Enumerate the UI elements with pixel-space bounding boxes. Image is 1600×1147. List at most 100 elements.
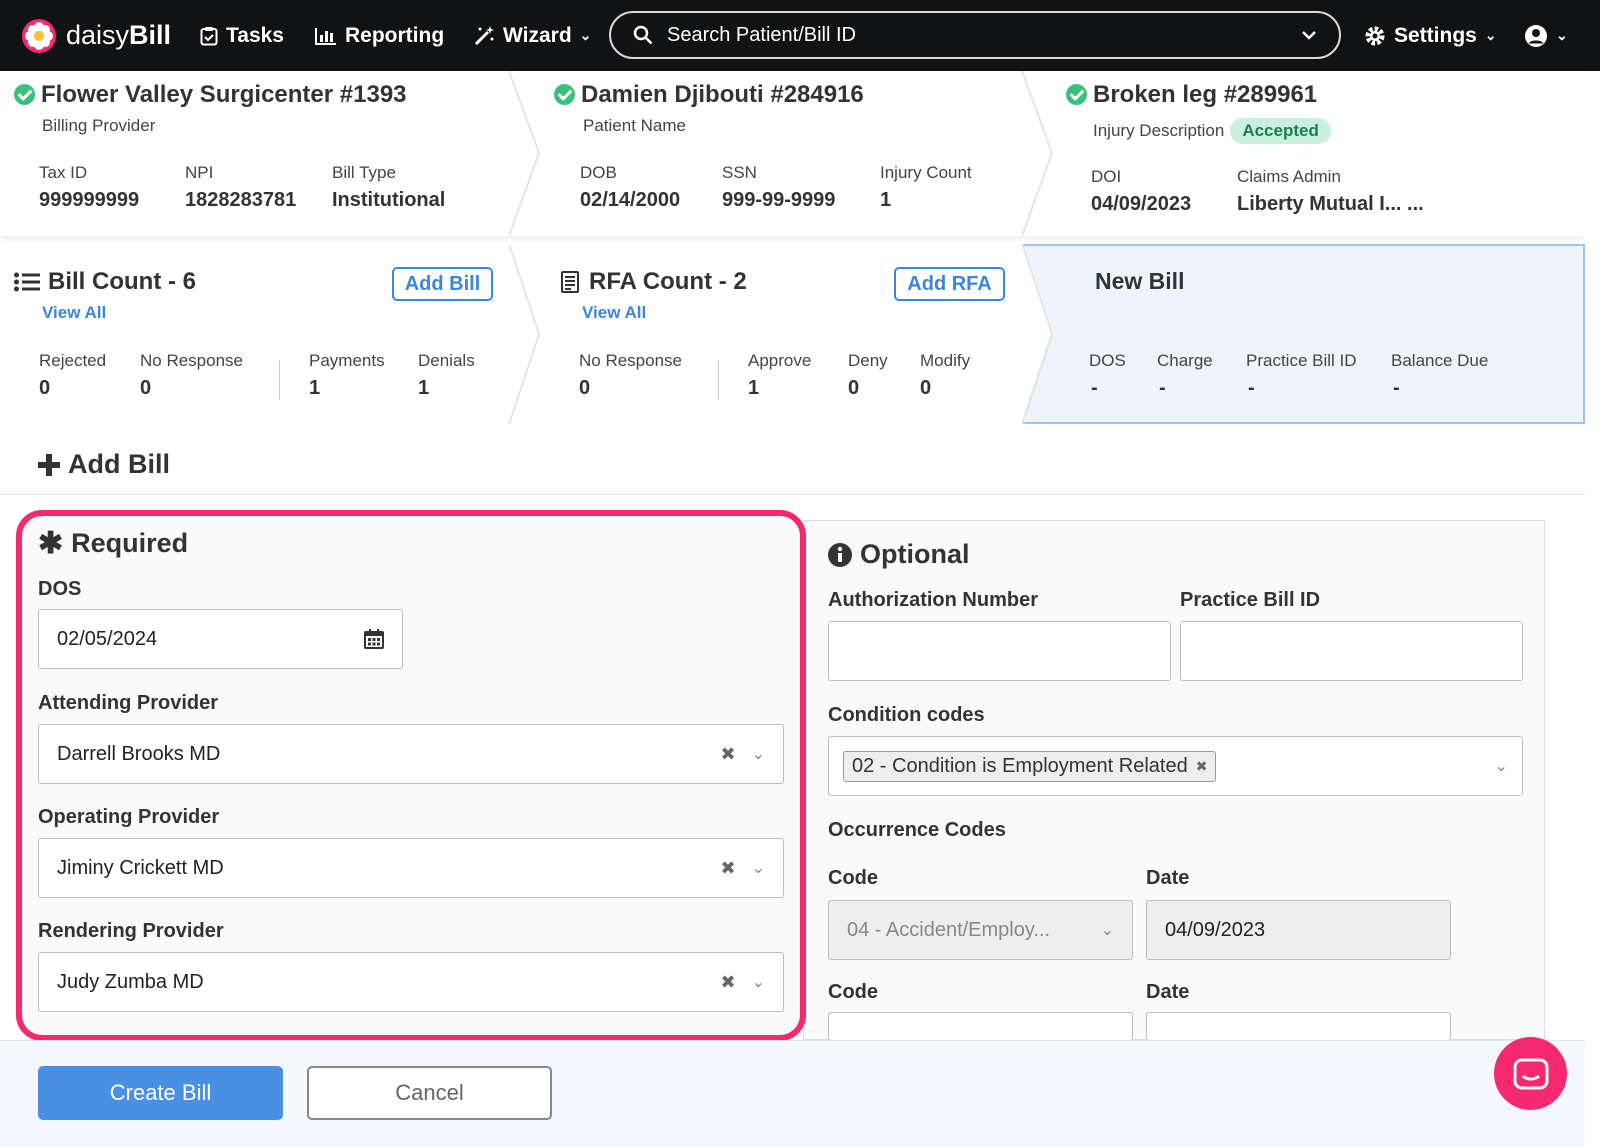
new-bill-charge-label: Charge bbox=[1157, 351, 1213, 370]
info-icon bbox=[828, 542, 852, 567]
condition-code-tag: 02 - Condition is Employment Related ✖ bbox=[843, 750, 1217, 782]
payments-value: 1 bbox=[309, 377, 321, 399]
doi-value: 04/09/2023 bbox=[1091, 193, 1192, 215]
new-bill-balance-label: Balance Due bbox=[1391, 351, 1489, 370]
brand-daisy: daisy bbox=[66, 20, 130, 50]
injury-count-label: Injury Count bbox=[880, 163, 972, 182]
condition-code-tag-label: 02 - Condition is Employment Related bbox=[852, 754, 1188, 777]
scrollbar[interactable] bbox=[1585, 71, 1600, 1147]
bill-count-label: Bill Count - 6 bbox=[48, 268, 196, 295]
rfa-no-response-value: 0 bbox=[579, 377, 591, 399]
chat-launcher-button[interactable] bbox=[1494, 1037, 1567, 1110]
occurrence-date-input-2[interactable] bbox=[1146, 1012, 1451, 1040]
chevron-down-icon[interactable]: ⌄ bbox=[752, 744, 765, 764]
bar-chart-icon bbox=[315, 27, 336, 45]
nav-reporting[interactable]: Reporting bbox=[315, 0, 444, 71]
user-avatar-icon bbox=[1525, 24, 1547, 47]
chevron-down-icon: ⌄ bbox=[1484, 27, 1497, 43]
deny-value: 0 bbox=[848, 377, 860, 399]
chevron-down-icon: ⌄ bbox=[579, 27, 592, 43]
tax-id-value: 999999999 bbox=[39, 189, 140, 211]
dos-label: DOS bbox=[38, 578, 82, 600]
occurrence-date-value: 04/09/2023 bbox=[1165, 918, 1266, 941]
occurrence-code-select[interactable]: 04 - Accident/Employ... ⌄ bbox=[828, 900, 1133, 960]
clear-icon[interactable]: ✖ bbox=[721, 744, 736, 765]
new-bill-title: New Bill bbox=[1095, 268, 1185, 294]
cancel-button[interactable]: Cancel bbox=[307, 1066, 552, 1120]
patient-name: Damien Djibouti #284916 bbox=[581, 81, 864, 108]
dob-value: 02/14/2000 bbox=[580, 189, 681, 211]
brand-bill: Bill bbox=[129, 20, 172, 50]
new-bill-panel: New Bill DOS - Charge - Practice Bill ID… bbox=[1022, 244, 1585, 424]
approve-value: 1 bbox=[748, 377, 760, 399]
chevron-down-icon[interactable]: ⌄ bbox=[1495, 756, 1508, 776]
create-bill-button[interactable]: Create Bill bbox=[38, 1066, 283, 1120]
modify-value: 0 bbox=[920, 377, 932, 399]
approve-label: Approve bbox=[748, 351, 812, 370]
status-badge: Accepted bbox=[1230, 118, 1331, 144]
modify-label: Modify bbox=[920, 351, 971, 370]
chat-icon bbox=[1513, 1058, 1548, 1089]
authorization-number-input[interactable] bbox=[828, 621, 1171, 681]
add-bill-button[interactable]: Add Bill bbox=[392, 267, 493, 301]
dos-date-input[interactable]: 02/05/2024 bbox=[38, 609, 403, 669]
nav-wizard[interactable]: Wizard ⌄ bbox=[473, 0, 591, 71]
check-circle-icon bbox=[1066, 84, 1087, 105]
occurrence-date-input[interactable]: 04/09/2023 bbox=[1146, 900, 1451, 960]
condition-codes-tags: 02 - Condition is Employment Related ✖ bbox=[843, 750, 1495, 782]
attending-provider-select[interactable]: Darrell Brooks MD ✖ ⌄ bbox=[38, 724, 784, 784]
view-all-rfa-link[interactable]: View All bbox=[582, 303, 646, 323]
add-bill-heading-label: Add Bill bbox=[68, 449, 170, 479]
rejected-value: 0 bbox=[39, 377, 51, 399]
npi-label: NPI bbox=[185, 163, 214, 182]
clear-icon[interactable]: ✖ bbox=[721, 972, 736, 993]
rendering-provider-select[interactable]: Judy Zumba MD ✖ ⌄ bbox=[38, 952, 784, 1012]
patient-title[interactable]: Damien Djibouti #284916 bbox=[554, 81, 864, 109]
search-icon bbox=[633, 25, 653, 45]
bill-type-value: Institutional bbox=[332, 189, 446, 211]
check-circle-icon bbox=[554, 84, 575, 105]
occurrence-code-value: 04 - Accident/Employ... bbox=[847, 918, 1051, 941]
chevron-down-icon[interactable]: ⌄ bbox=[752, 858, 765, 878]
new-bill-dos-value: - bbox=[1091, 377, 1098, 399]
document-icon bbox=[561, 271, 579, 293]
rendering-provider-label: Rendering Provider bbox=[38, 920, 224, 942]
chevron-down-icon: ⌄ bbox=[1556, 27, 1568, 43]
section-divider bbox=[509, 71, 541, 236]
billing-provider-title[interactable]: Flower Valley Surgicenter #1393 bbox=[14, 81, 407, 109]
daisybill-logo[interactable]: daisyBill bbox=[22, 0, 171, 71]
billing-provider-name: Flower Valley Surgicenter #1393 bbox=[41, 81, 407, 108]
summary-strip: Flower Valley Surgicenter #1393 Billing … bbox=[0, 71, 1585, 236]
add-bill-heading: Add Bill bbox=[38, 449, 170, 480]
no-response-label: No Response bbox=[140, 351, 244, 370]
nav-settings[interactable]: Settings ⌄ bbox=[1364, 0, 1497, 71]
plus-icon bbox=[38, 453, 60, 476]
occurrence-code-label: Code bbox=[828, 867, 878, 889]
denials-label: Denials bbox=[418, 351, 475, 370]
bill-count-title: Bill Count - 6 bbox=[14, 268, 196, 296]
new-bill-practice-id-value: - bbox=[1248, 377, 1255, 399]
divider bbox=[718, 360, 719, 400]
calendar-icon[interactable] bbox=[364, 629, 384, 649]
denials-value: 1 bbox=[418, 377, 430, 399]
user-menu[interactable]: ⌄ bbox=[1524, 0, 1568, 71]
remove-tag-icon[interactable]: ✖ bbox=[1196, 758, 1208, 775]
search-input[interactable]: Search Patient/Bill ID bbox=[609, 11, 1341, 59]
add-rfa-button[interactable]: Add RFA bbox=[894, 267, 1005, 301]
operating-provider-select[interactable]: Jiminy Crickett MD ✖ ⌄ bbox=[38, 838, 784, 898]
practice-bill-id-input[interactable] bbox=[1180, 621, 1523, 681]
chevron-down-icon[interactable]: ⌄ bbox=[752, 972, 765, 992]
nav-tasks[interactable]: Tasks bbox=[200, 0, 284, 71]
practice-bill-id-label: Practice Bill ID bbox=[1180, 589, 1321, 611]
injury-title[interactable]: Broken leg #289961 bbox=[1066, 81, 1317, 109]
tax-id-label: Tax ID bbox=[39, 163, 88, 182]
patient-subtitle: Patient Name bbox=[583, 116, 686, 135]
occurrence-code-select-2[interactable] bbox=[828, 1012, 1133, 1040]
claims-admin-value: Liberty Mutual I... ... bbox=[1237, 193, 1424, 215]
clear-icon[interactable]: ✖ bbox=[721, 858, 736, 879]
search-placeholder: Search Patient/Bill ID bbox=[667, 23, 856, 46]
chevron-down-icon[interactable] bbox=[1301, 30, 1317, 40]
payments-label: Payments bbox=[309, 351, 385, 370]
condition-codes-select[interactable]: 02 - Condition is Employment Related ✖ ⌄ bbox=[828, 736, 1523, 796]
view-all-bills-link[interactable]: View All bbox=[42, 303, 106, 323]
